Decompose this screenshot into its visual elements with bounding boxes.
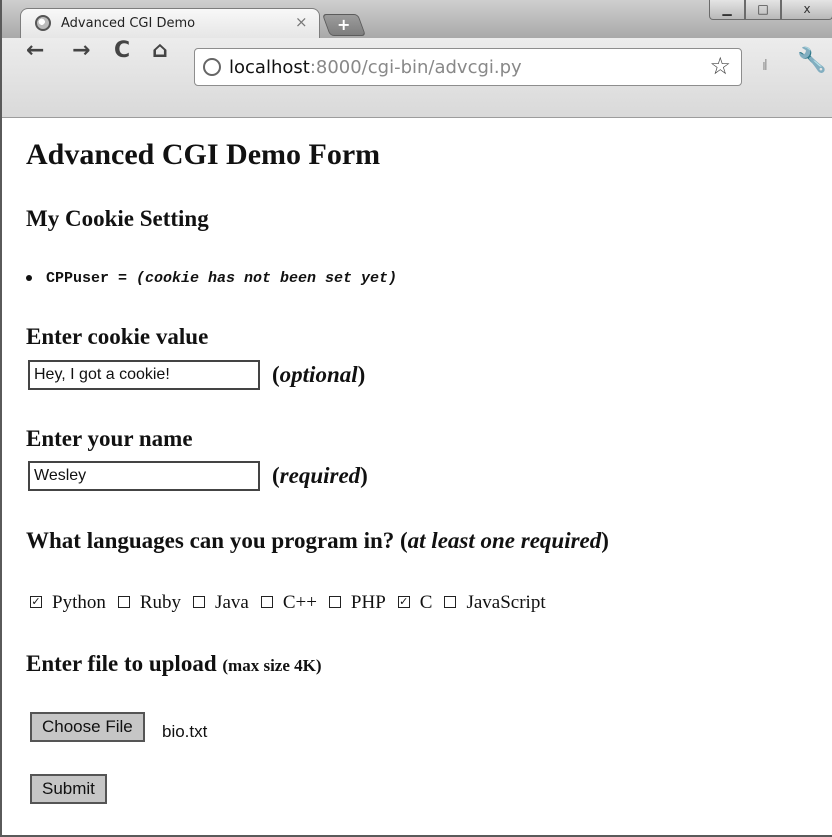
back-arrow-icon[interactable]: ←: [26, 38, 44, 94]
checkbox-ruby[interactable]: [117, 596, 130, 608]
url-text: localhost:8000/cgi-bin/advcgi.py: [229, 57, 522, 78]
maximize-button[interactable]: □: [745, 0, 781, 20]
cookie-setting-heading: My Cookie Setting: [26, 206, 209, 231]
languages-checkbox-group: ✓ Python Ruby Java C++ PHP ✓ C JavaScript: [30, 592, 558, 614]
lang-label-cpp: C++: [282, 592, 317, 613]
checkbox-javascript[interactable]: [444, 596, 457, 608]
upload-heading: Enter file to upload (max size 4K): [26, 651, 322, 677]
forward-arrow-icon[interactable]: →: [72, 38, 90, 94]
cookie-list-item: CPPuser = (cookie has not been set yet): [26, 270, 397, 287]
minimize-button[interactable]: ▁: [709, 0, 745, 20]
choose-file-button[interactable]: Choose File: [30, 712, 145, 742]
checkbox-c[interactable]: ✓: [397, 596, 410, 608]
languages-heading: What languages can you program in? (at l…: [26, 528, 609, 553]
page-info-icon[interactable]: [203, 58, 221, 76]
upload-heading-text: Enter file to upload: [26, 651, 217, 676]
url-host: localhost: [229, 57, 310, 78]
lang-label-c: C: [419, 592, 433, 613]
cookie-input-heading: Enter cookie value: [26, 324, 209, 349]
page-title: Advanced CGI Demo Form: [26, 138, 381, 171]
lang-label-php: PHP: [350, 592, 386, 613]
bookmark-star-icon[interactable]: ☆: [709, 52, 731, 80]
required-word: required: [279, 463, 361, 488]
url-path: :8000/cgi-bin/advcgi.py: [309, 57, 522, 78]
new-tab-button[interactable]: +: [321, 14, 367, 36]
lang-label-javascript: JavaScript: [466, 592, 546, 613]
close-window-button[interactable]: x: [781, 0, 832, 20]
submit-button[interactable]: Submit: [30, 774, 107, 804]
signal-icon[interactable]: ıl: [762, 58, 768, 74]
window-controls: ▁ □ x: [709, 0, 832, 22]
required-note: (required): [272, 463, 368, 488]
lang-label-java: Java: [215, 592, 249, 613]
wrench-menu-icon[interactable]: 🔧: [797, 46, 827, 74]
tab-title: Advanced CGI Demo: [61, 16, 196, 31]
lang-label-python: Python: [52, 592, 106, 613]
optional-note: (optional): [272, 362, 366, 387]
cookie-name: CPPuser =: [46, 270, 137, 287]
address-bar[interactable]: localhost:8000/cgi-bin/advcgi.py ☆: [194, 48, 742, 86]
lang-label-ruby: Ruby: [139, 592, 182, 613]
globe-icon: [35, 15, 51, 31]
close-tab-icon[interactable]: ×: [295, 13, 308, 31]
reload-icon[interactable]: C: [114, 38, 130, 94]
cookie-value-input[interactable]: Hey, I got a cookie!: [28, 360, 260, 390]
home-icon[interactable]: ⌂: [152, 38, 168, 94]
browser-window: Advanced CGI Demo × + ▁ □ x ← → C ⌂ loca…: [0, 0, 832, 837]
browser-toolbar: ← → C ⌂ localhost:8000/cgi-bin/advcgi.py…: [2, 38, 832, 118]
name-input[interactable]: Wesley: [28, 461, 260, 491]
tab-advanced-cgi-demo[interactable]: Advanced CGI Demo ×: [20, 8, 320, 38]
upload-size-note: (max size 4K): [222, 656, 322, 675]
checkbox-java[interactable]: [193, 596, 206, 608]
plus-icon: +: [337, 15, 351, 34]
checkbox-cpp[interactable]: [260, 596, 273, 608]
selected-file-name: bio.txt: [162, 722, 208, 741]
languages-heading-text: What languages can you program in? (: [26, 528, 408, 553]
name-heading: Enter your name: [26, 426, 193, 451]
languages-heading-em: at least one required: [407, 528, 602, 553]
cookie-value: (cookie has not been set yet): [136, 270, 398, 287]
checkbox-python[interactable]: ✓: [30, 596, 42, 608]
checkbox-php[interactable]: [328, 596, 341, 608]
optional-word: optional: [279, 362, 358, 387]
bullet-icon: [26, 275, 32, 282]
tab-strip: Advanced CGI Demo × + ▁ □ x: [2, 0, 832, 38]
